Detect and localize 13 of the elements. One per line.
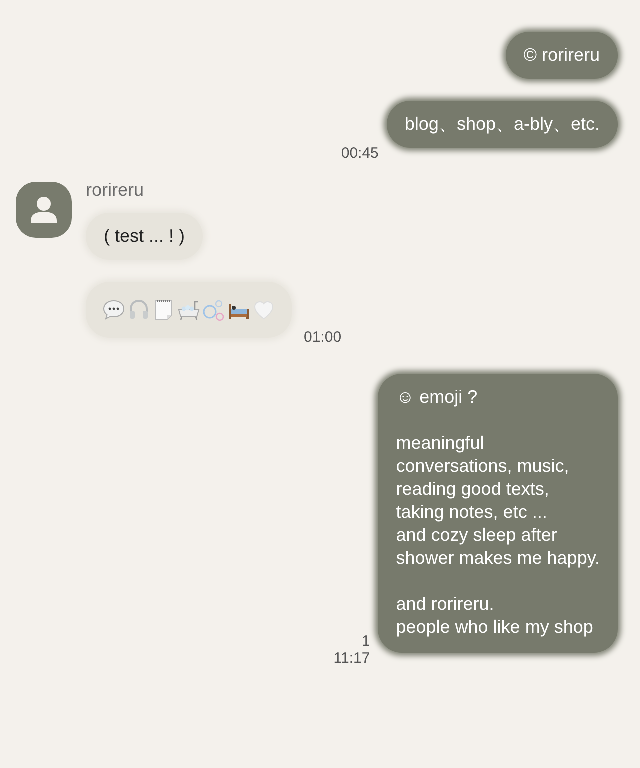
avatar-icon[interactable]: [16, 182, 72, 238]
message-bubble: © rorireru: [506, 32, 618, 79]
message-bubble: blog、shop、a-bly、etc.: [386, 101, 618, 148]
message-time: 00:45: [341, 145, 379, 162]
speech-bubble-icon: [102, 298, 126, 322]
bubbles-icon: [202, 298, 226, 322]
message-time: 01:00: [304, 329, 342, 346]
headphones-icon: [127, 298, 151, 322]
message-bubble: ☺ emoji ? meaningful conversations, music, reading good texts, taking notes, etc ... and cozy sleep after shower makes me happy. and rorireru. people who like my shop: [378, 374, 618, 653]
sender-name: rorireru: [86, 180, 144, 201]
message-bubble: ( test ... ! ): [86, 213, 204, 260]
unread-count: 1: [362, 633, 370, 650]
message-time: 11:17: [334, 650, 370, 667]
